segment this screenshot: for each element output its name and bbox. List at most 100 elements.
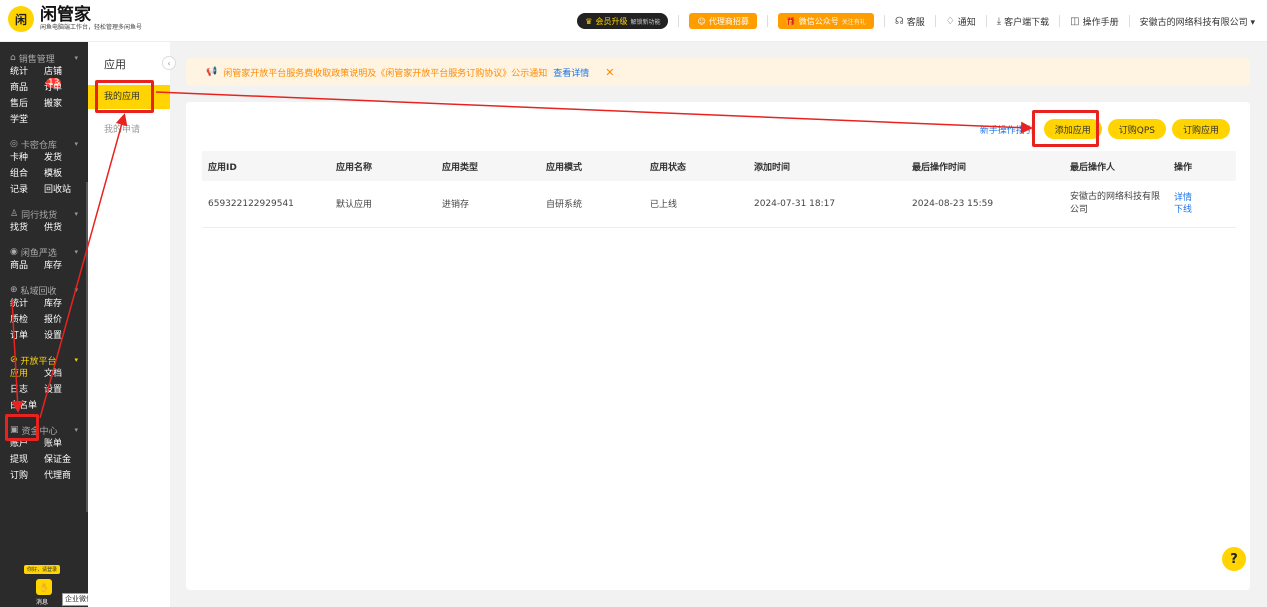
nav-move[interactable]: 搬家 [44, 98, 78, 111]
group-sales-header[interactable]: ⌂ 销售管理 ▾ [10, 50, 78, 66]
nav-docs[interactable]: 文档 [44, 368, 78, 381]
detail-link[interactable]: 详情 [1174, 192, 1235, 204]
table-row: 659322122929541 默认应用 进销存 自研系统 已上线 2024-0… [202, 181, 1236, 228]
nav-bill[interactable]: 账单 [44, 438, 78, 451]
column-header: 应用类型 [436, 151, 540, 181]
nav-whitelist[interactable]: 白名单 [10, 400, 44, 413]
app-name-cell: 默认应用 [330, 181, 436, 228]
caret-down-icon: ▾ [74, 140, 78, 148]
wechat-account-sub: 关注有礼 [841, 18, 866, 26]
group-card-header[interactable]: ◎ 卡密仓库 ▾ [10, 136, 78, 152]
help-button[interactable]: ? [1222, 547, 1246, 571]
group-title: 开放平台 [20, 356, 57, 367]
nav-logs[interactable]: 日志 [10, 384, 44, 397]
nav-supply[interactable]: 供货 [44, 222, 78, 235]
peer-icon: ♙ [10, 209, 19, 219]
nav-ship[interactable]: 发货 [44, 152, 78, 165]
group-recycle-header[interactable]: ⊕ 私域回收 ▾ [10, 282, 78, 298]
column-header: 应用ID [202, 151, 330, 181]
app-id-cell: 659322122929541 [202, 181, 330, 228]
collapse-chevron-icon[interactable]: ‹ [162, 56, 176, 70]
nav-academy[interactable]: 学堂 [10, 114, 44, 127]
nav-recycle-stock[interactable]: 库存 [44, 298, 78, 311]
column-header: 应用模式 [540, 151, 644, 181]
group-open-platform: ⊘ 开放平台 ▾ 应用 文档 日志 设置 白名单 [0, 352, 88, 413]
add-app-button[interactable]: 添加应用 [1043, 119, 1102, 139]
nav-select-goods[interactable]: 商品 [10, 260, 44, 273]
group-open-platform-header[interactable]: ⊘ 开放平台 ▾ [10, 352, 78, 368]
avatar[interactable]: ✋ [36, 579, 52, 595]
brand-logo[interactable]: 闲 闲管家 闲鱼电脑端工作台，轻松管理多闲鱼号 [8, 6, 142, 32]
gift-icon: 🎁 [785, 16, 796, 26]
agent-recruit-button[interactable]: ☺ 代理商招募 [689, 13, 757, 29]
nav-stock[interactable]: 库存 [44, 260, 78, 273]
nav-record[interactable]: 记录 [10, 184, 44, 197]
offline-link[interactable]: 下线 [1174, 204, 1235, 216]
nav-goods[interactable]: 商品 13 [10, 78, 62, 95]
nav-aftersale[interactable]: 售后 [10, 98, 44, 111]
beginner-guide-link[interactable]: 新手操作指引 [980, 123, 1034, 136]
group-peer-header[interactable]: ♙ 同行找货 ▾ [10, 206, 78, 222]
sub-item-my-applications[interactable]: 我的申请 [88, 118, 170, 142]
nav-recycle-stats[interactable]: 统计 [10, 298, 44, 311]
agent-icon: ☺ [697, 16, 706, 26]
client-download-link[interactable]: ⤓ 客户端下载 [997, 15, 1049, 28]
nav-stats[interactable]: 统计 [10, 66, 44, 79]
nav-goods-label: 商品 [10, 83, 29, 93]
nav-template[interactable]: 模板 [44, 168, 78, 181]
close-icon[interactable]: ✕ [605, 66, 614, 79]
download-icon: ⤓ [996, 15, 1002, 27]
wechat-account-label: 微信公众号 [798, 16, 839, 26]
group-funds-header[interactable]: ▣ 资金中心 ▾ [10, 422, 78, 438]
nav-withdraw[interactable]: 提现 [10, 454, 44, 467]
nav-deposit[interactable]: 保证金 [44, 454, 78, 467]
notice-detail-link[interactable]: 查看详情 [553, 66, 589, 79]
last-operator-cell: 安徽古的网络科技有限公司 [1064, 181, 1168, 228]
card-icon: ◎ [10, 139, 18, 149]
group-title: 私域回收 [20, 286, 57, 297]
notification-label: 通知 [957, 17, 976, 28]
headset-icon: ☊ [894, 15, 904, 27]
nav-account[interactable]: 账户 [10, 438, 44, 451]
nav-recycle-orders[interactable]: 订单 [10, 330, 44, 343]
group-peer: ♙ 同行找货 ▾ 找货 供货 [0, 206, 88, 235]
caret-down-icon: ▾ [74, 426, 78, 434]
notification-link[interactable]: ♢ 通知 [946, 15, 976, 28]
wechat-account-button[interactable]: 🎁 微信公众号 关注有礼 [777, 13, 874, 29]
group-funds: ▣ 资金中心 ▾ 账户 账单 提现 保证金 订购 代理商 [0, 422, 88, 483]
vip-upgrade-button[interactable]: ♛ 会员升级 解锁新功能 [577, 13, 669, 29]
message-label[interactable]: 消息 [36, 597, 48, 606]
group-sales: ⌂ 销售管理 ▾ 统计 店铺 商品 13 订单 售后 搬家 学堂 [0, 50, 88, 127]
agent-recruit-label: 代理商招募 [708, 16, 749, 26]
nav-combo[interactable]: 组合 [10, 168, 44, 181]
nav-recycle-settings[interactable]: 设置 [44, 330, 78, 343]
column-header: 最后操作人 [1064, 151, 1168, 181]
nav-recycle-bin[interactable]: 回收站 [44, 184, 78, 197]
group-title: 卡密仓库 [20, 140, 57, 151]
nav-agent[interactable]: 代理商 [44, 470, 78, 483]
nav-find-goods[interactable]: 找货 [10, 222, 44, 235]
nav-apps[interactable]: 应用 [10, 368, 44, 381]
company-dropdown[interactable]: 安徽古的网络科技有限公司 ▾ [1140, 15, 1255, 28]
customer-service-link[interactable]: ☊ 客服 [895, 15, 925, 28]
order-app-button[interactable]: 订购应用 [1171, 119, 1230, 139]
sub-item-my-apps[interactable]: 我的应用 [88, 85, 170, 109]
nav-orders[interactable]: 订单 [44, 82, 78, 95]
nav-inspect[interactable]: 质检 [10, 314, 44, 327]
nav-card-type[interactable]: 卡种 [10, 152, 44, 165]
nav-quote[interactable]: 报价 [44, 314, 78, 327]
group-select-header[interactable]: ◉ 闲鱼严选 ▾ [10, 244, 78, 260]
nav-subscribe[interactable]: 订购 [10, 470, 44, 483]
group-title: 资金中心 [21, 426, 58, 437]
nav-platform-settings[interactable]: 设置 [44, 384, 78, 397]
column-header: 应用状态 [644, 151, 748, 181]
platform-icon: ⊘ [10, 355, 18, 365]
manual-link[interactable]: ◫ 操作手册 [1070, 15, 1118, 28]
order-qps-button[interactable]: 订购QPS [1107, 119, 1166, 139]
group-card: ◎ 卡密仓库 ▾ 卡种 发货 组合 模板 记录 回收站 [0, 136, 88, 197]
caret-down-icon: ▾ [74, 356, 78, 364]
column-header: 最后操作时间 [906, 151, 1064, 181]
divider [766, 15, 768, 27]
top-bar: 闲 闲管家 闲鱼电脑端工作台，轻松管理多闲鱼号 ♛ 会员升级 解锁新功能 ☺ 代… [0, 0, 1267, 42]
login-hint[interactable]: 你好，请登录 [24, 565, 61, 574]
